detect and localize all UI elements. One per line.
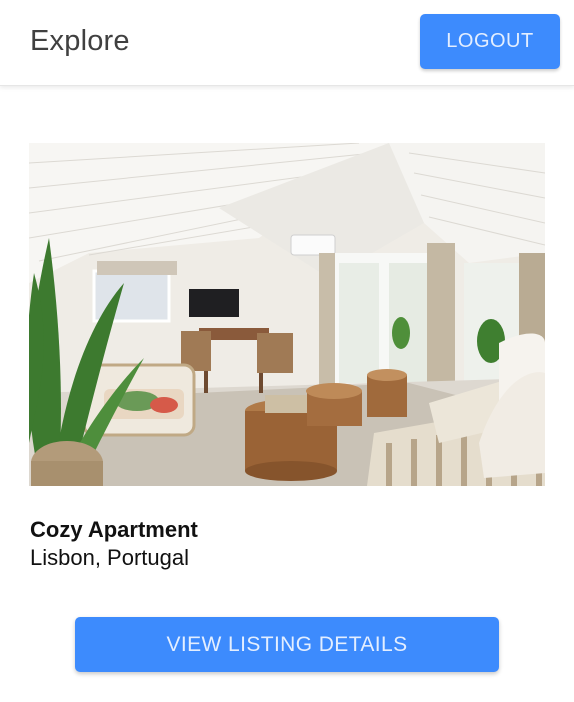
listing-location: Lisbon, Portugal — [30, 545, 189, 570]
view-listing-details-button[interactable]: VIEW LISTING DETAILS — [75, 617, 499, 672]
logout-button[interactable]: LOGOUT — [420, 14, 560, 69]
page-title: Explore — [30, 25, 130, 57]
app-header: Explore LOGOUT — [0, 0, 574, 86]
listing-photo[interactable] — [29, 143, 545, 486]
app-screen: Explore LOGOUT Cozy Apartment Lisbon, Po… — [0, 0, 574, 702]
listing-title: Cozy Apartment — [30, 517, 198, 542]
